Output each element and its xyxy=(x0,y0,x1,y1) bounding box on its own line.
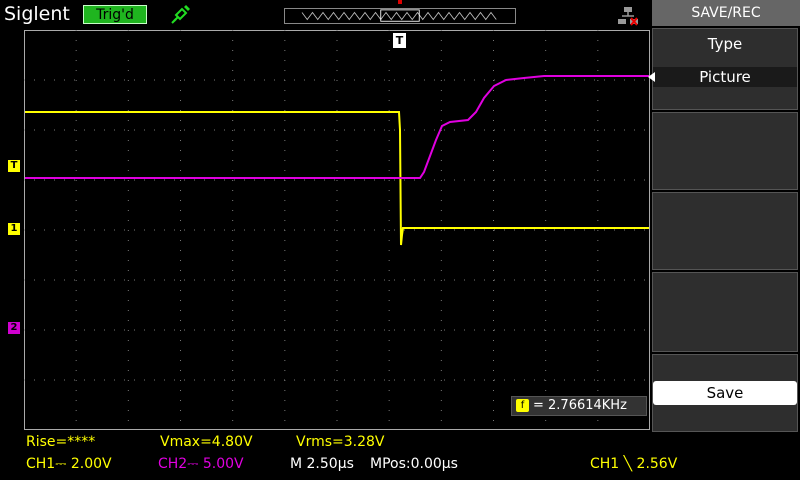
probe-icon xyxy=(171,5,190,24)
vmax-measurement: Vmax=4.80V xyxy=(160,434,253,450)
network-disconnected-icon xyxy=(618,7,638,26)
save-softkey[interactable]: Save xyxy=(652,354,798,432)
ch2-offset-marker[interactable]: 2 xyxy=(8,322,20,334)
brand-label: Siglent xyxy=(4,3,70,25)
ch1-offset-marker[interactable]: 1 xyxy=(8,223,20,235)
frequency-readout: f = 2.76614KHz xyxy=(511,396,647,416)
vrms-measurement: Vrms=3.28V xyxy=(296,434,385,450)
trigger-position-indicator xyxy=(398,0,402,4)
trigger-status-badge: Trig'd xyxy=(83,5,147,24)
timebase-readout[interactable]: M 2.50µs xyxy=(290,456,354,472)
softkey-3[interactable] xyxy=(652,192,798,270)
type-softkey[interactable]: Type Picture xyxy=(652,28,798,110)
trigger-position-marker[interactable]: T xyxy=(393,33,406,48)
frequency-value: = 2.76614KHz xyxy=(533,398,627,413)
memory-overview-waveform xyxy=(284,8,516,24)
memory-position-readout[interactable]: MPos:0.00µs xyxy=(370,456,458,472)
save-button[interactable]: Save xyxy=(653,381,797,405)
menu-title: SAVE/REC xyxy=(652,0,800,26)
selection-arrow-icon xyxy=(648,72,655,82)
waveform-display[interactable] xyxy=(24,30,650,430)
ch2-scale[interactable]: CH2⎓ 5.00V xyxy=(158,456,244,472)
type-label: Type xyxy=(707,35,743,53)
trigger-readout[interactable]: CH1 ╲ 2.56V xyxy=(590,456,677,472)
rise-measurement: Rise=**** xyxy=(26,434,96,450)
ch1-scale[interactable]: CH1⎓ 2.00V xyxy=(26,456,112,472)
softkey-2[interactable] xyxy=(652,112,798,190)
frequency-badge: f xyxy=(516,399,529,412)
type-value: Picture xyxy=(653,67,797,87)
softkey-4[interactable] xyxy=(652,272,798,352)
trigger-level-marker[interactable]: T xyxy=(8,160,20,172)
